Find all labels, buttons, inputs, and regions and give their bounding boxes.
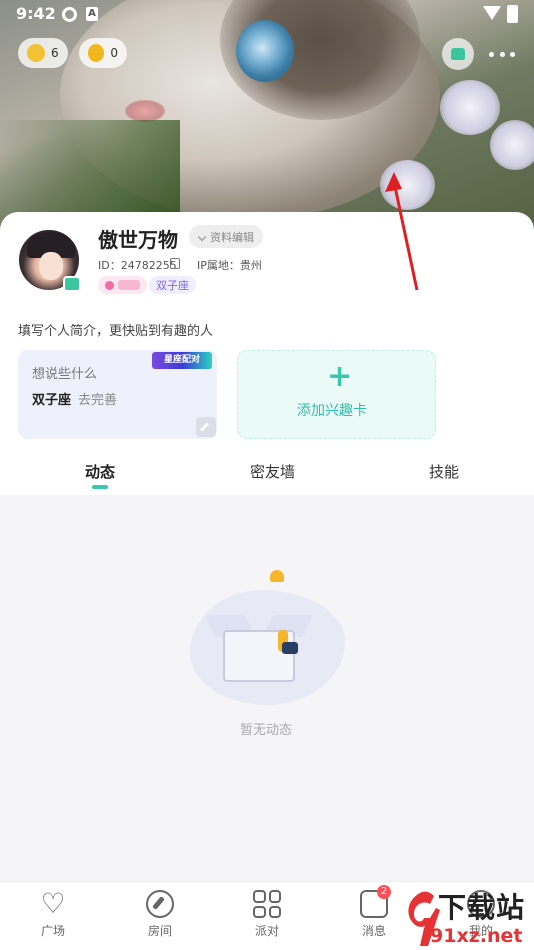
- note-prompt: 想说些什么: [32, 367, 98, 382]
- plus-icon: +: [327, 359, 353, 394]
- nickname: 傲世万物: [98, 228, 178, 252]
- edit-profile-button[interactable]: 资料编辑: [189, 225, 263, 248]
- intro-placeholder[interactable]: 填写个人简介，更快贴到有趣的人: [18, 320, 213, 339]
- watermark-url: 91xz.net: [430, 925, 523, 947]
- note-todo: 去完善: [78, 393, 118, 408]
- empty-figure-legs: [282, 642, 298, 654]
- nav-label: 房间: [147, 924, 172, 938]
- nav-item-rooms[interactable]: 房间: [130, 890, 190, 939]
- coin-icon: [88, 44, 105, 62]
- cover-cat-nose: [125, 100, 165, 122]
- more-dot-icon: [499, 51, 505, 57]
- notification-a-icon: A: [86, 7, 98, 21]
- coin-count: 0: [110, 46, 118, 60]
- gender-tag-label: [118, 280, 140, 290]
- user-id: ID：24782255: [98, 259, 177, 272]
- gender-icon: [105, 280, 114, 290]
- zodiac-tag: 双子座: [149, 276, 196, 294]
- cover-flower: [490, 120, 534, 170]
- tab-indicator: [92, 485, 108, 489]
- tab-friend-wall[interactable]: 密友墙: [250, 461, 295, 482]
- status-time: 9:42: [16, 4, 56, 23]
- compass-icon: [146, 890, 174, 918]
- nav-item-messages[interactable]: 消息: [344, 890, 404, 939]
- thumbs-up-icon: [27, 44, 45, 62]
- edit-pen-icon[interactable]: [196, 417, 216, 437]
- nav-label: 消息: [361, 924, 386, 938]
- coin-count-chip[interactable]: 0: [79, 38, 127, 68]
- annotation-arrow-icon: [385, 172, 419, 291]
- add-interest-label: 添加兴趣卡: [297, 403, 367, 419]
- grid-icon: [253, 890, 281, 918]
- dress-up-button[interactable]: [442, 38, 474, 70]
- ip-location: IP属地：贵州: [197, 259, 262, 272]
- copy-icon[interactable]: [170, 258, 180, 269]
- avatar-shop-badge-icon: [63, 276, 81, 292]
- note-zodiac: 双子座: [32, 393, 72, 408]
- more-dot-icon: [489, 51, 494, 57]
- more-options-button[interactable]: [486, 40, 518, 68]
- nav-item-party[interactable]: 派对: [237, 890, 297, 939]
- like-count: 6: [51, 46, 59, 60]
- nav-label: 广场: [40, 924, 65, 938]
- message-badge: 2: [377, 885, 391, 899]
- profile-cover-image[interactable]: [0, 0, 534, 240]
- watermark-brand: 下载站: [438, 891, 526, 924]
- edit-profile-label: 资料编辑: [210, 230, 254, 244]
- cover-flower: [440, 80, 500, 135]
- sync-icon: [62, 7, 77, 22]
- battery-icon: [507, 5, 518, 23]
- avatar-face: [39, 252, 63, 280]
- wifi-icon: [483, 6, 501, 20]
- gender-tag: [98, 276, 147, 294]
- shirt-icon: [451, 48, 465, 60]
- heart-icon: [39, 890, 67, 918]
- empty-state-illustration: [190, 570, 345, 710]
- more-dot-icon: [510, 51, 515, 57]
- pen-icon: [197, 231, 207, 242]
- like-count-chip[interactable]: 6: [18, 38, 68, 68]
- nav-item-square[interactable]: 广场: [23, 890, 83, 939]
- tab-posts[interactable]: 动态: [85, 461, 115, 482]
- status-bar: 9:42 A: [0, 0, 534, 30]
- empty-state-text: 暂无动态: [240, 723, 293, 738]
- tab-skills[interactable]: 技能: [429, 461, 459, 482]
- zodiac-match-badge: 星座配对: [152, 352, 212, 369]
- nav-label: 派对: [254, 924, 279, 938]
- empty-coin: [270, 570, 284, 582]
